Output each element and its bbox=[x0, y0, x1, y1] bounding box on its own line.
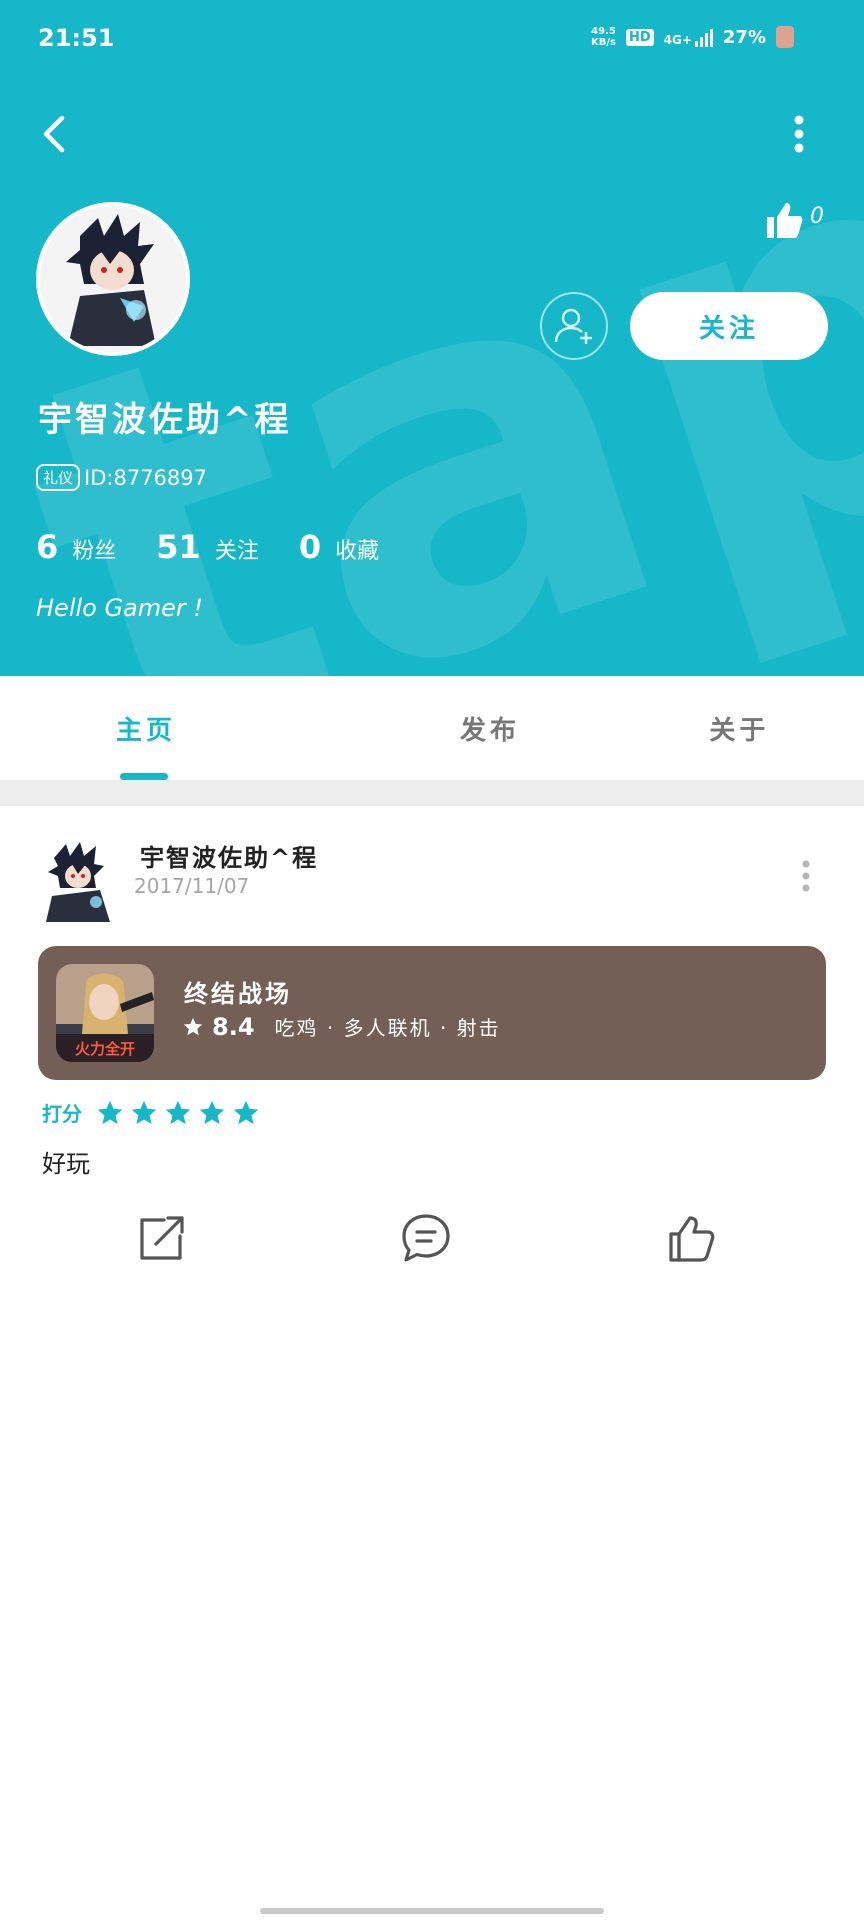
back-button[interactable] bbox=[36, 112, 76, 156]
share-icon bbox=[140, 1216, 184, 1260]
profile-tabs: 主页 发布 关于 bbox=[0, 676, 864, 780]
profile-id: ID:8776897 bbox=[84, 465, 207, 490]
signal-icon: 4G+ bbox=[664, 27, 713, 47]
thumbs-up-icon bbox=[669, 1216, 715, 1262]
stat-fans[interactable]: 6 粉丝 bbox=[36, 528, 116, 566]
profile-username: 宇智波佐助^程 bbox=[38, 400, 292, 440]
post-actions bbox=[0, 1210, 864, 1280]
profile-stats: 6 粉丝 51 关注 0 收藏 bbox=[36, 528, 419, 566]
battery-percent: 27% bbox=[722, 26, 766, 48]
star-icon bbox=[183, 1017, 203, 1035]
profile-bio: Hello Gamer ! bbox=[36, 594, 204, 622]
back-arrow-icon bbox=[43, 115, 65, 153]
game-icon: 火力全开 bbox=[56, 964, 154, 1062]
tab-about[interactable]: 关于 bbox=[615, 676, 864, 780]
game-score: 8.4 bbox=[212, 1012, 255, 1041]
home-indicator[interactable] bbox=[260, 1908, 604, 1914]
add-friend-button[interactable] bbox=[540, 292, 608, 360]
profile-id-row: 礼仪 ID:8776897 bbox=[36, 464, 207, 491]
game-card[interactable]: 火力全开 终结战场 8.4 吃鸡 · 多人联机 · 射击 bbox=[38, 946, 826, 1080]
hd-badge: HD bbox=[625, 28, 654, 46]
etiquette-badge[interactable]: 礼仪 bbox=[36, 464, 81, 491]
post-more-button[interactable] bbox=[798, 858, 814, 894]
tab-home[interactable]: 主页 bbox=[0, 676, 365, 780]
author-avatar-image bbox=[46, 842, 110, 922]
game-tags: 吃鸡 · 多人联机 · 射击 bbox=[274, 1016, 501, 1040]
battery-icon bbox=[776, 26, 794, 48]
game-icon-caption: 火力全开 bbox=[75, 1040, 135, 1058]
profile-header: tap 21:51 49.5 KB/s HD 4G+ 27% 0 关注 宇智波佐… bbox=[0, 0, 864, 676]
active-tab-indicator bbox=[120, 773, 168, 780]
more-vertical-icon bbox=[802, 860, 810, 892]
stat-favorites[interactable]: 0 收藏 bbox=[299, 528, 379, 566]
game-title: 终结战场 bbox=[184, 980, 292, 1008]
post-author-avatar[interactable] bbox=[40, 838, 116, 922]
comment-button[interactable] bbox=[398, 1210, 454, 1266]
rating-star-icon bbox=[233, 1100, 259, 1124]
post-date: 2017/11/07 bbox=[134, 874, 250, 898]
rating-star-icon bbox=[131, 1100, 157, 1124]
game-cover-image: 火力全开 bbox=[56, 964, 154, 1062]
status-indicators: 49.5 KB/s HD 4G+ 27% bbox=[591, 26, 794, 48]
likes-count: 0 bbox=[810, 204, 824, 229]
post-author-name[interactable]: 宇智波佐助^程 bbox=[140, 838, 318, 873]
post-card[interactable]: 宇智波佐助^程 2017/11/07 火力全开 终结战场 8.4 吃鸡 · 多人… bbox=[0, 806, 864, 1286]
stat-following[interactable]: 51 关注 bbox=[156, 528, 259, 566]
follow-button[interactable]: 关注 bbox=[630, 292, 828, 360]
comment-icon bbox=[402, 1214, 450, 1262]
rating-row: 打分 bbox=[42, 1098, 260, 1127]
thumbs-up-icon bbox=[767, 203, 803, 238]
status-bar: 21:51 49.5 KB/s HD 4G+ 27% bbox=[0, 0, 864, 80]
rating-star-icon bbox=[199, 1100, 225, 1124]
status-time: 21:51 bbox=[38, 24, 115, 52]
rating-label: 打分 bbox=[42, 1102, 82, 1126]
share-button[interactable] bbox=[134, 1210, 190, 1266]
review-text: 好玩 bbox=[42, 1150, 90, 1178]
game-meta: 8.4 吃鸡 · 多人联机 · 射击 bbox=[182, 1012, 501, 1041]
add-user-icon bbox=[554, 308, 592, 344]
more-options-button[interactable] bbox=[784, 112, 814, 156]
rating-star-icon bbox=[165, 1100, 191, 1124]
rating-stars bbox=[96, 1099, 260, 1127]
profile-likes[interactable]: 0 bbox=[764, 200, 824, 240]
network-speed: 49.5 KB/s bbox=[590, 26, 616, 48]
rating-star-icon bbox=[97, 1100, 123, 1124]
avatar-image bbox=[40, 206, 186, 352]
more-vertical-icon bbox=[794, 115, 804, 153]
profile-avatar[interactable] bbox=[36, 202, 190, 356]
tab-posts[interactable]: 发布 bbox=[365, 676, 614, 780]
like-button[interactable] bbox=[664, 1210, 720, 1266]
section-divider bbox=[0, 780, 864, 806]
